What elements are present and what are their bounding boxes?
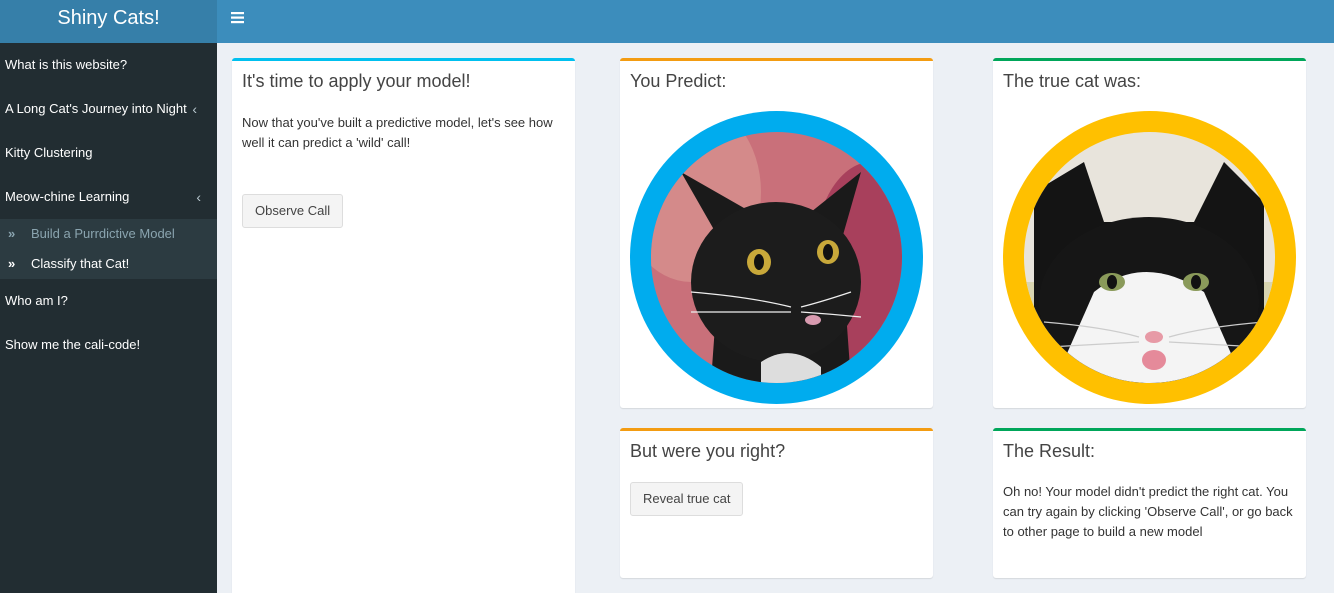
sidebar-item-label: Kitty Clustering — [5, 145, 93, 160]
sidebar-item-who-am-i[interactable]: Who am I? — [0, 279, 217, 323]
sidebar-subitem-build-model[interactable]: » Build a Purrdictive Model — [0, 219, 217, 249]
box-title: The true cat was: — [1003, 71, 1142, 91]
sidebar-item-label: What is this website? — [5, 57, 128, 72]
sidebar-item-meow-chine-learning[interactable]: Meow-chine Learning ‹ — [0, 175, 217, 219]
sidebar-item-label: Show me the cali-code! — [5, 337, 141, 352]
sidebar-item-what-is-this-website[interactable]: What is this website? — [0, 43, 217, 87]
box-title: You Predict: — [630, 71, 727, 91]
sidebar-subitem-label: Build a Purrdictive Model — [31, 226, 175, 241]
result-text: Oh no! Your model didn't predict the rig… — [1003, 484, 1293, 539]
observe-call-button[interactable]: Observe Call — [242, 194, 344, 228]
app-logo[interactable]: Shiny Cats! — [0, 0, 217, 43]
predicted-cat-image — [651, 132, 902, 383]
were-you-right-box: But were you right? Reveal true cat — [620, 428, 933, 578]
true-cat-box: The true cat was: — [993, 58, 1306, 408]
chevron-left-icon: ‹ — [192, 101, 197, 117]
sidebar-item-label: Meow-chine Learning — [5, 189, 130, 204]
sidebar-item-label: A Long Cat's Journey into Night — [5, 101, 187, 116]
sidebar-subitem-label: Classify that Cat! — [31, 256, 130, 271]
reveal-true-cat-button[interactable]: Reveal true cat — [630, 482, 744, 516]
apply-model-box: It's time to apply your model! Now that … — [232, 58, 575, 593]
result-box: The Result: Oh no! Your model didn't pre… — [993, 428, 1306, 578]
apply-description: Now that you've built a predictive model… — [242, 115, 553, 150]
bars-icon[interactable] — [226, 6, 250, 30]
sidebar-item-label: Who am I? — [5, 293, 68, 308]
true-cat-ring — [1003, 111, 1296, 404]
box-title: But were you right? — [630, 441, 786, 461]
sidebar-item-long-cats-journey[interactable]: A Long Cat's Journey into Night ‹ — [0, 87, 217, 131]
predict-box: You Predict: — [620, 58, 933, 408]
sidebar-treeview-menu: » Build a Purrdictive Model » Classify t… — [0, 219, 217, 279]
double-chevron-right-icon: » — [8, 256, 16, 271]
sidebar-item-kitty-clustering[interactable]: Kitty Clustering — [0, 131, 217, 175]
main-header: Shiny Cats! — [0, 0, 1334, 43]
predicted-cat-ring — [630, 111, 923, 404]
box-title: It's time to apply your model! — [242, 71, 471, 91]
box-title: The Result: — [1003, 441, 1096, 461]
true-cat-image — [1024, 132, 1275, 383]
sidebar-item-show-code[interactable]: Show me the cali-code! — [0, 323, 217, 367]
chevron-left-icon: ‹ — [196, 189, 201, 205]
double-chevron-right-icon: » — [8, 226, 16, 241]
sidebar: What is this website? A Long Cat's Journ… — [0, 43, 217, 593]
sidebar-subitem-classify-cat[interactable]: » Classify that Cat! — [0, 249, 217, 279]
